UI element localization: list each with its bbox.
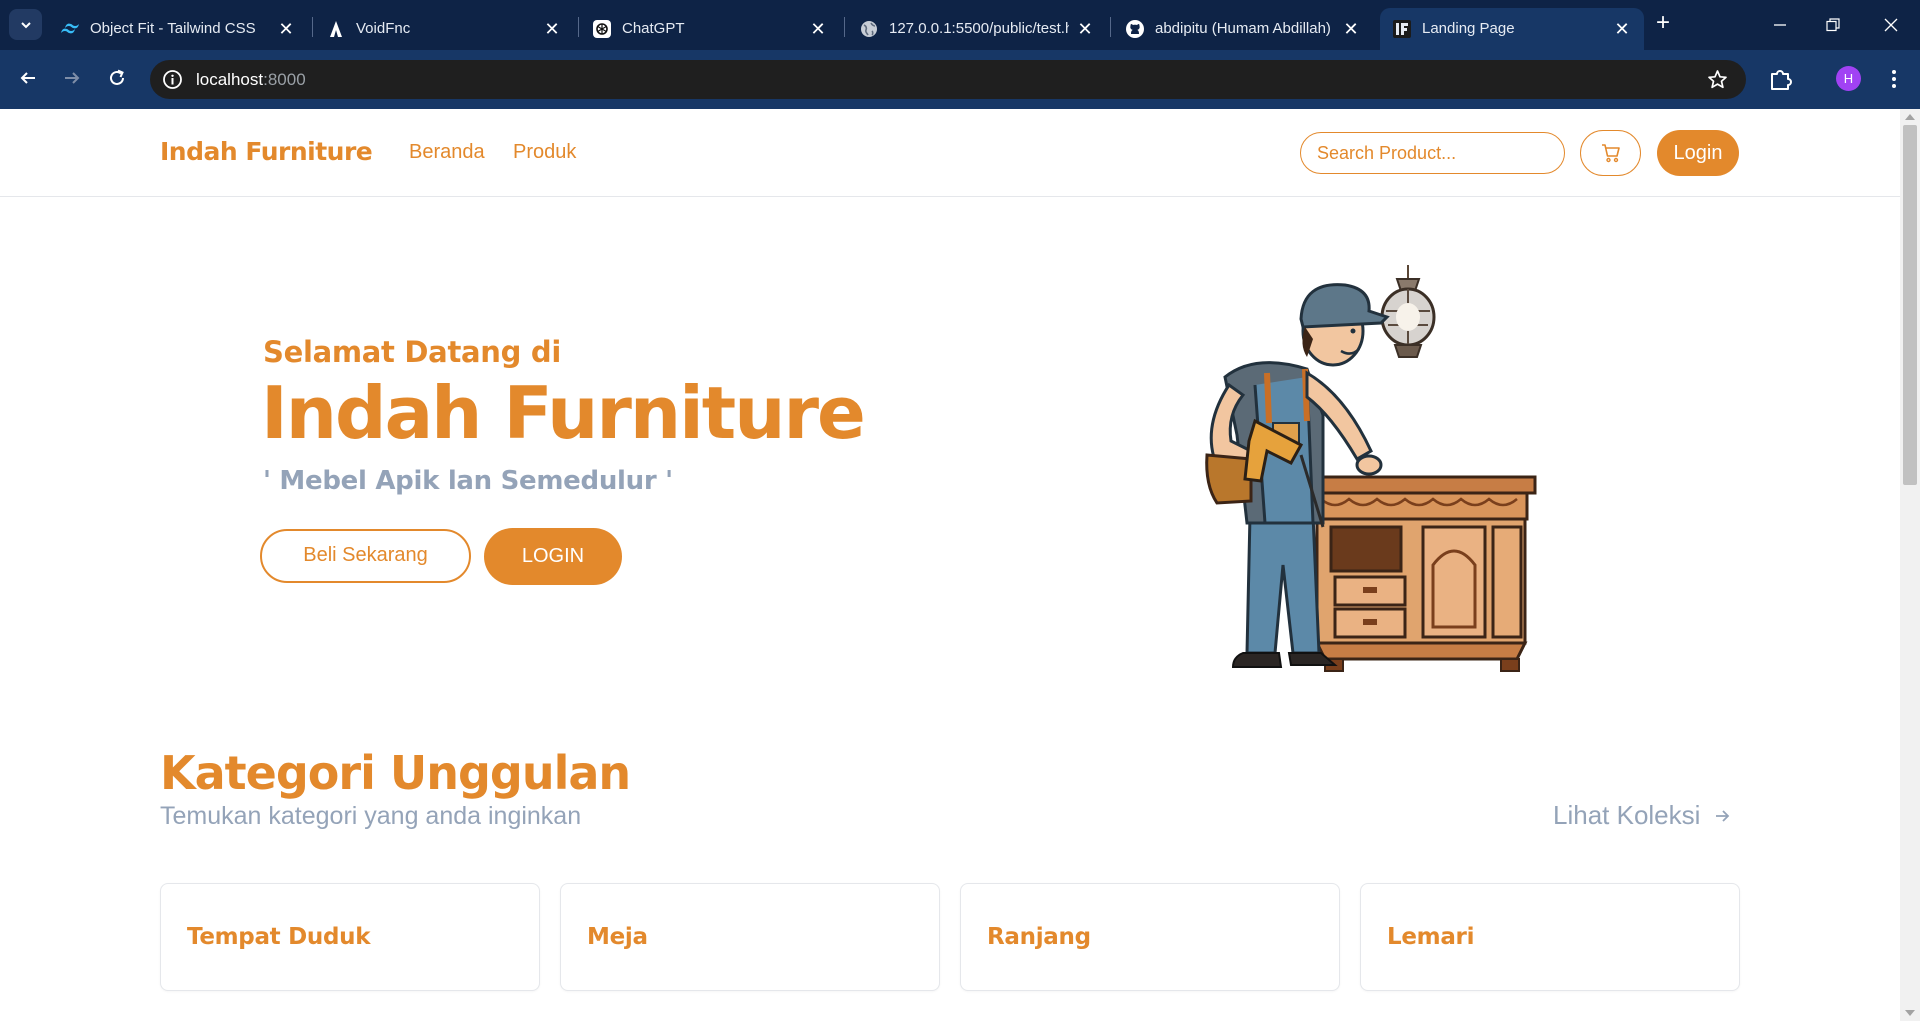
category-card-tempat-duduk[interactable]: Tempat Duduk (160, 883, 540, 991)
header-login-button[interactable]: Login (1657, 130, 1739, 176)
reload-icon[interactable] (102, 63, 132, 93)
tab-chatgpt[interactable]: ChatGPT ✕ (592, 8, 828, 50)
search-input[interactable] (1300, 132, 1565, 174)
brand-logo[interactable]: Indah Furniture (160, 137, 373, 166)
window-close-icon[interactable] (1876, 10, 1906, 40)
url-text: localhost:8000 (196, 69, 306, 90)
tab-title: Landing Page (1422, 20, 1515, 37)
github-icon (1125, 19, 1145, 39)
buy-now-button[interactable]: Beli Sekarang (260, 529, 471, 583)
tab-localhost-test[interactable]: 127.0.0.1:5500/public/test.h ✕ (859, 8, 1095, 50)
category-label: Meja (587, 924, 648, 950)
tab-title: abdipitu (Humam Abdillah) (1155, 20, 1331, 37)
minimize-icon[interactable] (1765, 10, 1795, 40)
category-label: Tempat Duduk (187, 924, 371, 950)
close-icon[interactable]: ✕ (808, 19, 828, 39)
tab-separator (578, 17, 579, 37)
more-vertical-icon[interactable] (1884, 66, 1904, 92)
hero-greeting: Selamat Datang di (263, 335, 561, 369)
scrollbar-thumb[interactable] (1903, 125, 1917, 485)
chatgpt-icon (592, 19, 612, 39)
voidfnc-icon (326, 19, 346, 39)
see-collection-label: Lihat Koleksi (1553, 800, 1701, 830)
category-card-meja[interactable]: Meja (560, 883, 940, 991)
close-icon[interactable]: ✕ (1341, 19, 1361, 39)
page-scrollbar[interactable] (1900, 109, 1920, 1021)
category-card-lemari[interactable]: Lemari (1360, 883, 1740, 991)
close-icon[interactable]: ✕ (276, 19, 296, 39)
tab-separator (312, 17, 313, 37)
close-icon[interactable]: ✕ (1612, 19, 1632, 39)
tab-separator (844, 17, 845, 37)
category-card-ranjang[interactable]: Ranjang (960, 883, 1340, 991)
hero-title: Indah Furniture (261, 371, 866, 455)
section-title: Kategori Unggulan (160, 746, 631, 800)
carpenter-illustration (1205, 265, 1537, 672)
tab-search-button[interactable] (9, 9, 42, 40)
category-label: Ranjang (987, 924, 1091, 950)
hero-tagline: ' Mebel Apik lan Semedulur ' (263, 466, 673, 496)
url-host: localhost (196, 70, 264, 89)
page-viewport: Indah Furniture Beranda Produk Login Sel… (0, 109, 1900, 1021)
close-icon[interactable]: ✕ (1075, 19, 1095, 39)
tab-landing-page[interactable]: Landing Page ✕ (1380, 8, 1644, 50)
scroll-down-arrow-icon[interactable] (1905, 1010, 1915, 1016)
bookmark-star-icon[interactable] (1707, 69, 1728, 90)
tab-title: VoidFnc (356, 20, 411, 37)
section-subtitle: Temukan kategori yang anda inginkan (160, 802, 582, 830)
site-info-icon[interactable] (162, 69, 183, 90)
close-icon[interactable]: ✕ (542, 19, 562, 39)
arrow-right-icon (1716, 809, 1730, 822)
browser-toolbar: localhost:8000 (0, 50, 1920, 109)
url-port: :8000 (263, 70, 306, 89)
address-bar[interactable]: localhost:8000 (150, 60, 1746, 99)
tab-voidfnc[interactable]: VoidFnc ✕ (326, 8, 562, 50)
tab-separator (1110, 17, 1111, 37)
forward-arrow-icon[interactable] (57, 63, 87, 93)
category-label: Lemari (1387, 924, 1475, 950)
hero-login-button[interactable]: LOGIN (484, 528, 622, 585)
tab-title: 127.0.0.1:5500/public/test.h (889, 20, 1069, 37)
tab-title: Object Fit - Tailwind CSS (90, 20, 256, 37)
restore-icon[interactable] (1818, 10, 1848, 40)
tab-tailwind[interactable]: Object Fit - Tailwind CSS ✕ (60, 8, 296, 50)
profile-avatar[interactable]: H (1836, 66, 1861, 91)
back-arrow-icon[interactable] (13, 63, 43, 93)
chevron-down-icon (20, 21, 31, 28)
cart-button[interactable] (1580, 130, 1641, 176)
scroll-up-arrow-icon[interactable] (1905, 114, 1915, 120)
tab-github[interactable]: abdipitu (Humam Abdillah) ✕ (1125, 8, 1361, 50)
new-tab-plus-icon[interactable]: + (1651, 11, 1675, 35)
site-header: Indah Furniture Beranda Produk Login (0, 109, 1900, 197)
cart-icon (1601, 144, 1620, 163)
globe-icon (859, 19, 879, 39)
extensions-puzzle-icon[interactable] (1768, 66, 1794, 92)
favicon-if-icon (1392, 19, 1412, 39)
see-collection-link[interactable]: Lihat Koleksi (1553, 800, 1730, 831)
nav-link-beranda[interactable]: Beranda (409, 141, 485, 164)
browser-tabstrip: Object Fit - Tailwind CSS ✕ VoidFnc ✕ Ch… (0, 0, 1920, 50)
tab-title: ChatGPT (622, 20, 685, 37)
nav-link-produk[interactable]: Produk (513, 141, 576, 164)
tailwind-icon (60, 19, 80, 39)
